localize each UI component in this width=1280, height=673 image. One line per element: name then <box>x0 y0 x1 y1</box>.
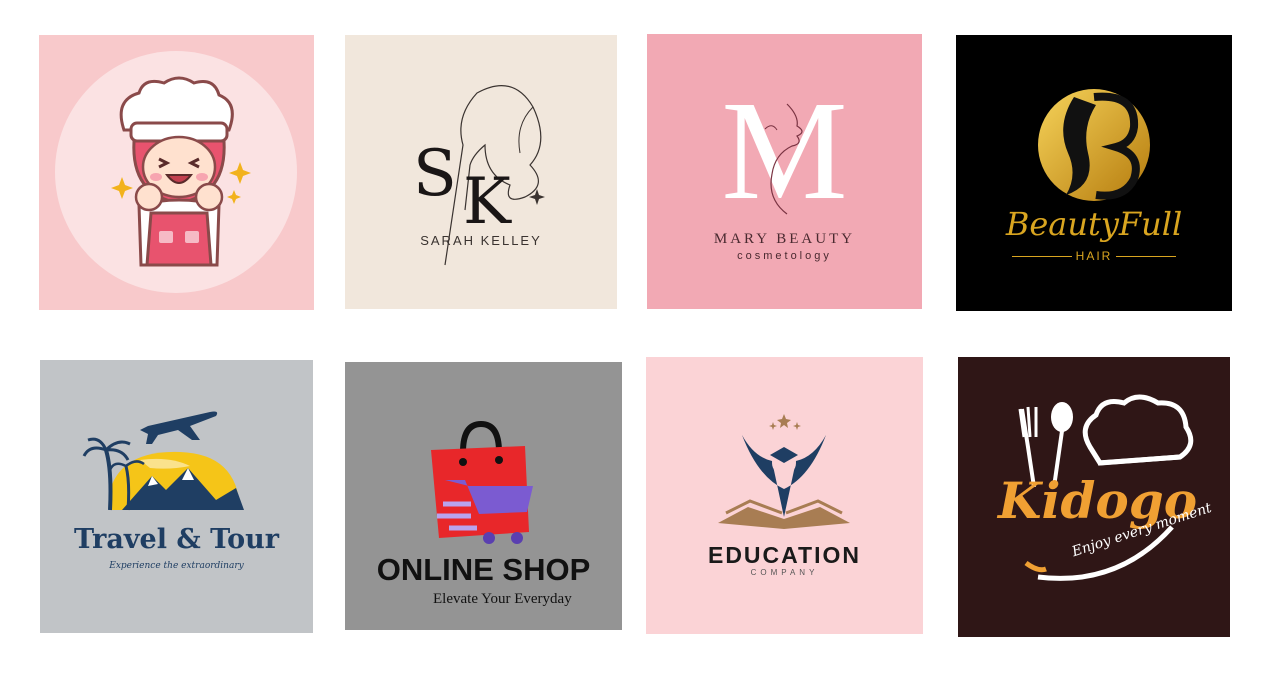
brand-name: EDUCATION <box>707 542 861 568</box>
brand-subtitle: COMPANY <box>750 568 819 577</box>
logo-tile-chef-girl[interactable] <box>39 35 314 310</box>
logo-tile-education[interactable]: EDUCATION COMPANY <box>646 357 923 634</box>
brand-name: MARY BEAUTY <box>713 231 856 247</box>
travel-scene-icon <box>82 411 244 511</box>
shopping-bag-icon <box>431 420 533 544</box>
brand-tagline: Experience the extraordinary <box>109 561 244 571</box>
graduate-book-icon <box>718 414 850 529</box>
brand-tagline: cosmetology <box>737 250 832 262</box>
monogram-letter-s: S <box>413 137 457 211</box>
logo-tile-kidogo[interactable]: Kidogo Enjoy every moment <box>958 357 1230 637</box>
brand-name: SARAH KELLEY <box>420 233 542 248</box>
logo-tile-sarah-kelley[interactable]: S K SARAH KELLEY <box>345 35 617 309</box>
monogram-letter-k: K <box>463 165 511 239</box>
logo-tile-travel-tour[interactable]: Travel & Tour Experience the extraordina… <box>40 360 313 633</box>
hair-silhouette-icon <box>1038 89 1150 201</box>
brand-name: ONLINE SHOP <box>376 552 591 587</box>
brand-wordmark: BeautyFull <box>1005 205 1183 243</box>
logo-tile-beautyfull-hair[interactable]: BeautyFull HAIR <box>956 35 1232 311</box>
brand-tagline: Elevate Your Everyday <box>433 591 572 607</box>
chef-girl-mascot-icon <box>55 51 297 293</box>
logo-tile-online-shop[interactable]: ONLINE SHOP Elevate Your Everyday <box>345 362 622 630</box>
logo-tile-mary-beauty[interactable]: M MARY BEAUTY cosmetology <box>647 34 922 309</box>
brand-name: Travel & Tour <box>73 524 279 555</box>
brand-subtitle: HAIR <box>1075 249 1113 263</box>
face-line-art-icon <box>764 103 803 215</box>
